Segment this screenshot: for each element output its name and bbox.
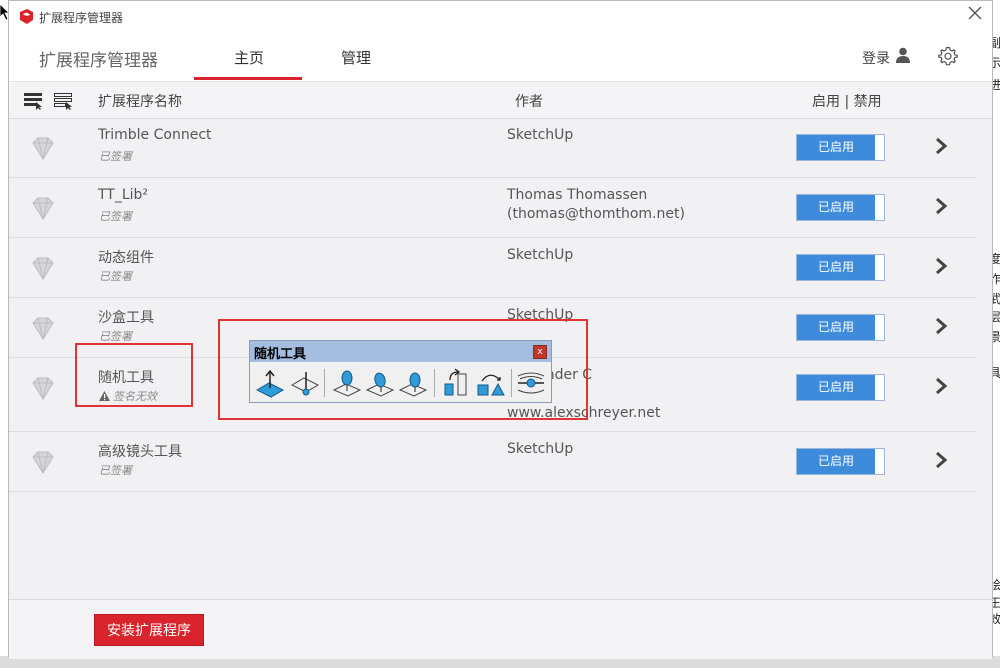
chevron-right-icon[interactable] <box>934 318 948 334</box>
extension-gem-icon <box>32 451 54 474</box>
enable-toggle-label: 已启用 <box>797 315 875 340</box>
place-object-aligned-icon[interactable] <box>398 368 428 398</box>
column-name-header: 扩展程序名称 <box>98 94 182 110</box>
extension-gem-icon <box>32 377 54 400</box>
extension-row[interactable]: Trimble Connect 已签署 SketchUp 已启用 <box>9 119 976 178</box>
author-line: SketchUp <box>507 247 574 263</box>
signature-status: 已签署 <box>99 210 132 223</box>
toolbar-separator <box>324 369 325 397</box>
active-tab-indicator <box>194 77 302 80</box>
page-title: 扩展程序管理器 <box>39 51 158 71</box>
login-link[interactable]: 登录 <box>862 48 890 68</box>
extension-name[interactable]: 动态组件 <box>98 247 154 267</box>
extension-row[interactable]: 高级镜头工具 已签署 SketchUp 已启用 <box>9 431 976 492</box>
place-object-rotated-icon[interactable] <box>365 368 395 398</box>
signature-status: 已签署 <box>99 464 132 477</box>
author-line: SketchUp <box>507 441 574 457</box>
extension-row[interactable]: 动态组件 已签署 SketchUp 已启用 <box>9 237 976 298</box>
gear-icon[interactable] <box>938 46 958 66</box>
enable-toggle[interactable]: 已启用 <box>796 314 885 341</box>
drop-to-surface-icon[interactable] <box>290 368 320 398</box>
chevron-right-icon[interactable] <box>934 138 948 154</box>
column-author-header: 作者 <box>515 94 543 110</box>
extension-gem-icon <box>32 197 54 220</box>
user-icon[interactable] <box>896 47 910 63</box>
enable-toggle[interactable]: 已启用 <box>796 374 885 401</box>
window-title: 扩展程序管理器 <box>39 11 124 25</box>
tab-home[interactable]: 主页 <box>234 47 264 68</box>
enable-toggle-label: 已启用 <box>797 375 875 400</box>
extension-name[interactable]: TT_Lib² <box>98 187 148 203</box>
random-transform-icon[interactable] <box>476 368 506 398</box>
chevron-right-icon[interactable] <box>934 378 948 394</box>
extension-gem-icon <box>32 317 54 340</box>
extension-gem-icon <box>32 137 54 160</box>
extension-gem-icon <box>32 257 54 280</box>
extension-author: SketchUp <box>507 126 573 145</box>
chevron-right-icon[interactable] <box>934 258 948 274</box>
extension-row[interactable]: TT_Lib² 已签署 Thomas Thomassen (thomas@tho… <box>9 177 976 238</box>
enable-toggle-label: 已启用 <box>797 195 875 220</box>
extension-name[interactable]: 沙盒工具 <box>98 307 154 327</box>
signature-status: 已签署 <box>99 150 132 163</box>
chevron-right-icon[interactable] <box>934 198 948 214</box>
toolbar-title-bar[interactable]: 随机工具 x <box>250 341 551 362</box>
author-line: Thomas Thomassen <box>507 187 648 203</box>
highlight-box-extension <box>75 343 193 407</box>
align-view-icon[interactable] <box>516 368 546 398</box>
enable-toggle[interactable]: 已启用 <box>796 134 885 161</box>
expand-all-icon[interactable] <box>24 92 44 110</box>
close-icon <box>968 6 982 20</box>
place-object-icon[interactable] <box>332 368 362 398</box>
title-bar: 扩展程序管理器 <box>9 1 992 33</box>
enable-toggle-label: 已启用 <box>797 255 875 280</box>
author-line: SketchUp <box>507 127 574 143</box>
extension-name[interactable]: 高级镜头工具 <box>98 441 182 461</box>
tab-manage[interactable]: 管理 <box>341 47 371 68</box>
header: 扩展程序管理器 主页 管理 登录 <box>9 33 992 82</box>
enable-toggle[interactable]: 已启用 <box>796 194 885 221</box>
column-toggle-header: 启用 | 禁用 <box>812 94 882 110</box>
close-window-button[interactable] <box>966 6 984 24</box>
enable-toggle-label: 已启用 <box>797 135 875 160</box>
toolbar-title: 随机工具 <box>254 347 307 362</box>
move-to-plane-icon[interactable] <box>255 368 285 398</box>
rotate-scale-icon[interactable] <box>441 368 471 398</box>
toolbar-separator <box>511 369 512 397</box>
column-header: 扩展程序名称 作者 启用 | 禁用 <box>9 82 992 119</box>
signature-status: 已签署 <box>99 330 132 343</box>
extension-author: SketchUp <box>507 246 573 265</box>
footer: 安装扩展程序 <box>9 599 992 659</box>
signature-status: 已签署 <box>99 270 132 283</box>
collapse-all-icon[interactable] <box>54 92 74 110</box>
enable-toggle[interactable]: 已启用 <box>796 448 885 475</box>
enable-toggle[interactable]: 已启用 <box>796 254 885 281</box>
enable-toggle-label: 已启用 <box>797 449 875 474</box>
toolbar-separator <box>434 369 435 397</box>
extension-name[interactable]: Trimble Connect <box>98 127 212 143</box>
toolbar-close-button[interactable]: x <box>533 345 547 359</box>
sketchup-logo-icon <box>20 9 33 24</box>
extension-author: SketchUp <box>507 440 573 459</box>
chevron-right-icon[interactable] <box>934 452 948 468</box>
extension-author: Thomas Thomassen (thomas@thomthom.net) <box>507 186 685 224</box>
floating-toolbar[interactable]: 随机工具 x <box>249 340 552 403</box>
install-extension-button[interactable]: 安装扩展程序 <box>94 614 204 646</box>
author-line: (thomas@thomthom.net) <box>507 206 685 222</box>
